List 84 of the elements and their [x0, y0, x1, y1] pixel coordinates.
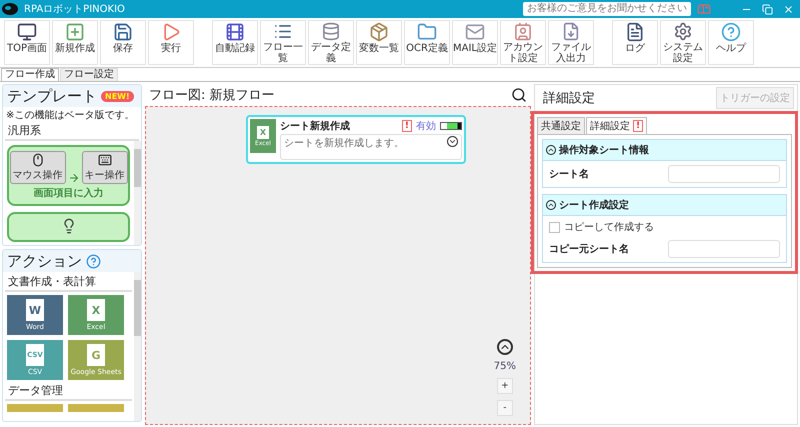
mode-tab[interactable]: フロー作成: [1, 68, 59, 81]
help-icon: [721, 22, 741, 42]
collapse-icon: [546, 145, 556, 155]
scroll-up-icon[interactable]: [496, 339, 513, 355]
document-icon: [625, 22, 645, 42]
flow-title: フロー図: 新規フロー: [149, 87, 275, 104]
action-tile[interactable]: [7, 404, 63, 412]
toolbar-button[interactable]: TOP画面: [4, 20, 50, 65]
zoom-level: 75%: [494, 361, 516, 372]
category-heading: データ管理: [5, 383, 132, 401]
settings-icon: [673, 22, 693, 41]
contact-card-icon: [513, 22, 533, 41]
action-tile[interactable]: [68, 404, 124, 412]
monitor-icon: [17, 22, 37, 42]
toolbar-button[interactable]: ログ: [612, 20, 658, 65]
film-icon: [225, 22, 245, 42]
checkbox-option[interactable]: コピーして作成する: [549, 220, 780, 234]
close-icon[interactable]: [783, 4, 794, 14]
toolbar-button[interactable]: ヘルプ: [708, 20, 754, 65]
database-icon: [321, 22, 341, 41]
scrollbar[interactable]: [134, 141, 141, 245]
toolbar-button[interactable]: フロー一覧: [260, 20, 306, 65]
feedback-link[interactable]: お客様のご意見をお聞かせください: [523, 2, 691, 16]
toolbar-button[interactable]: 新規作成: [52, 20, 98, 65]
toolbar-button[interactable]: MAIL設定: [452, 20, 498, 65]
panel-title: アクション: [7, 252, 82, 270]
step-label: マウス操作: [12, 169, 62, 182]
panel-title: テンプレート: [7, 86, 97, 106]
mouse-icon: [30, 153, 44, 167]
zoom-in-button[interactable]: +: [496, 378, 513, 394]
template-card[interactable]: マウス操作 キー操作 画面項目に入力: [7, 145, 130, 206]
node-title: シート新規作成: [280, 119, 350, 133]
plus-square-icon: [65, 22, 85, 42]
section-header[interactable]: シート作成設定: [543, 195, 786, 216]
mode-tab[interactable]: フロー設定: [60, 68, 118, 81]
enabled-label: 有効: [416, 120, 436, 133]
template-card[interactable]: [7, 212, 130, 242]
enabled-switch[interactable]: [440, 122, 462, 130]
toolbar-button[interactable]: 変数一覧: [356, 20, 402, 65]
toolbar-button[interactable]: 実行: [148, 20, 194, 65]
toolbar-button[interactable]: 自動記録: [212, 20, 258, 65]
node-description: シートを新規作成します。: [284, 136, 404, 151]
toolbar-button[interactable]: システム設定: [660, 20, 706, 65]
folder-icon: [417, 22, 437, 42]
document-icon: W: [26, 299, 44, 321]
field-label: シート名: [549, 168, 589, 181]
scrollbar[interactable]: [134, 272, 141, 421]
card-label: 画面項目に入力: [34, 186, 104, 200]
settings-tab[interactable]: 共通設定: [537, 117, 585, 134]
document-icon: G: [87, 344, 105, 366]
step-label: キー操作: [84, 169, 124, 182]
warning-badge: !: [633, 120, 644, 132]
settings-tab[interactable]: 詳細設定 !: [586, 117, 648, 134]
checkbox[interactable]: [549, 222, 560, 232]
file-download-icon: [561, 22, 581, 41]
toolbar-button[interactable]: アカウント設定: [500, 20, 546, 65]
toolbar-button[interactable]: ファイル入出力: [548, 20, 594, 65]
beta-note: ※この機能はベータ版です。: [5, 108, 136, 123]
input-field[interactable]: [668, 165, 780, 183]
help-icon[interactable]: [86, 254, 101, 268]
list-icon: [273, 22, 293, 41]
box-icon: [369, 22, 389, 42]
document-icon: X: [87, 299, 105, 321]
field-label: コピー元シート名: [549, 242, 629, 256]
category-heading: 文書作成・表計算: [5, 274, 132, 292]
toolbar-button[interactable]: データ定義: [308, 20, 354, 65]
input-field[interactable]: [668, 240, 780, 258]
expand-icon[interactable]: [447, 136, 458, 147]
window-title: RPAロボットPINOKIO: [24, 3, 125, 16]
category-heading: 汎用系: [5, 123, 139, 141]
new-badge: NEW!: [101, 90, 134, 102]
zoom-out-button[interactable]: -: [496, 400, 513, 416]
keyboard-icon: [98, 153, 112, 167]
envelope-icon: [465, 22, 485, 42]
collapse-icon: [546, 200, 556, 210]
warning-badge: !: [402, 120, 412, 132]
panel-title: 詳細設定: [543, 90, 595, 107]
section-header[interactable]: 操作対象シート情報: [543, 140, 786, 161]
toolbar-button[interactable]: 保存: [100, 20, 146, 65]
toolbar-button[interactable]: OCR定義: [404, 20, 450, 65]
arrow-icon: [68, 172, 80, 184]
restore-icon[interactable]: [762, 4, 773, 14]
search-icon[interactable]: [511, 87, 527, 103]
mailbox-icon[interactable]: [697, 2, 711, 16]
